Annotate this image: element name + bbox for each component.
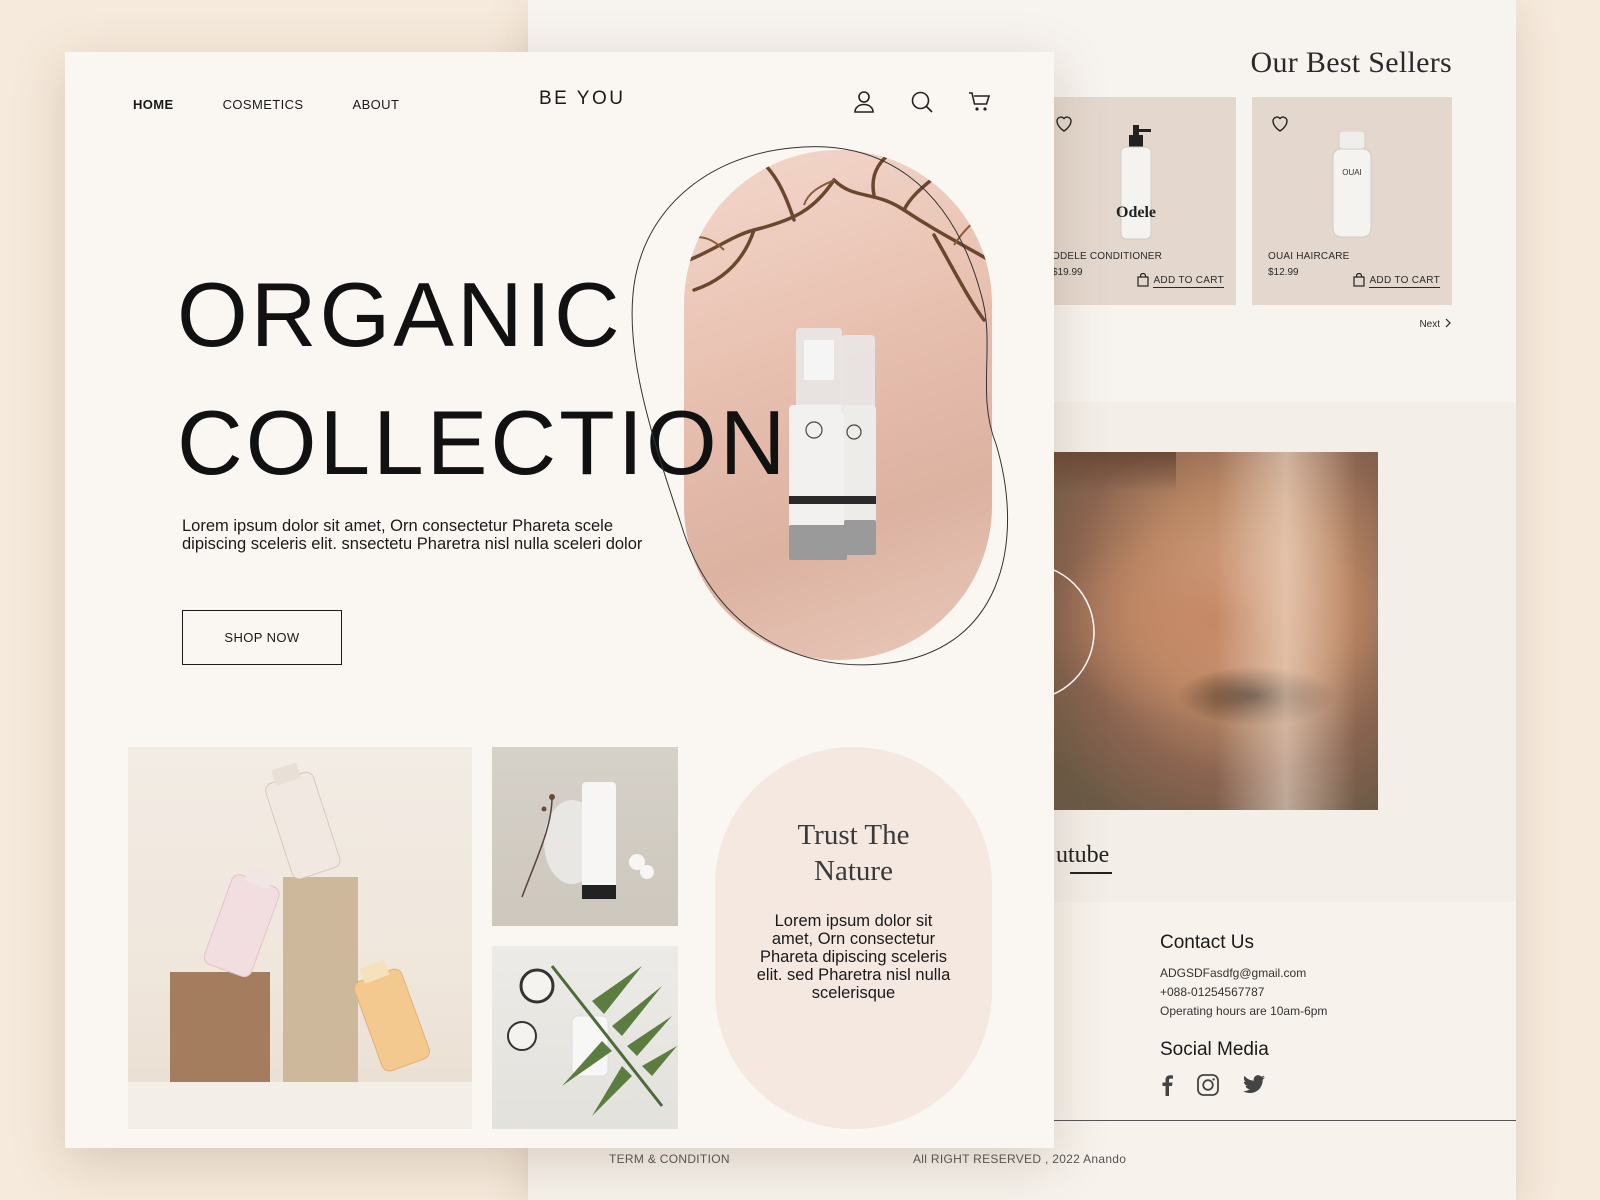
nav-item-cosmetics[interactable]: COSMETICS [223, 97, 304, 112]
hero-title: ORGANIC COLLECTION [177, 252, 789, 508]
heart-icon[interactable] [1052, 111, 1076, 135]
product-price: $12.99 [1268, 267, 1299, 278]
add-to-cart-label: ADD TO CART [1369, 275, 1440, 288]
next-button[interactable]: Next [1419, 318, 1452, 331]
terms-link[interactable]: TERM & CONDITION [609, 1152, 730, 1166]
heart-icon[interactable] [1268, 111, 1292, 135]
next-label: Next [1419, 319, 1440, 330]
best-sellers-title: Our Best Sellers [1250, 46, 1452, 79]
product-photo-stack [128, 747, 472, 1129]
product-name: ODELE CONDITIONER [1052, 251, 1163, 262]
nav-item-about[interactable]: ABOUT [353, 97, 400, 112]
product-image: Odele [1111, 125, 1161, 245]
contact-phone[interactable]: +088-01254567787 [1160, 985, 1264, 999]
shopping-bag-icon [1137, 272, 1150, 290]
product-photo-tube [492, 747, 678, 926]
search-icon[interactable] [910, 90, 934, 114]
bottle-label: OUAI [1342, 168, 1362, 177]
header-actions [852, 90, 992, 114]
trust-title-line-1: Trust The [797, 819, 910, 851]
product-photo-leaves [492, 946, 678, 1129]
add-to-cart-button[interactable]: ADD TO CART [1353, 272, 1440, 290]
contact-hours: Operating hours are 10am-6pm [1160, 1004, 1328, 1018]
add-to-cart-button[interactable]: ADD TO CART [1137, 272, 1224, 290]
hero-title-line-2: COLLECTION [177, 393, 789, 494]
user-icon[interactable] [852, 90, 876, 114]
hero-description: Lorem ipsum dolor sit amet, Orn consecte… [182, 517, 643, 553]
bottle-label: Odele [1116, 204, 1156, 221]
shopping-bag-icon [1353, 272, 1366, 290]
add-to-cart-label: ADD TO CART [1153, 275, 1224, 288]
trust-text: Lorem ipsum dolor sit amet, Orn consecte… [756, 912, 951, 1002]
nav-item-home[interactable]: HOME [133, 97, 174, 112]
product-price: $19.99 [1052, 267, 1083, 278]
copyright-text: All RIGHT RESERVED , 2022 Anando [913, 1152, 1127, 1166]
trust-title: Trust The Nature [715, 817, 992, 889]
product-name: OUAI HAIRCARE [1268, 251, 1350, 262]
youtube-label[interactable]: utube [1056, 842, 1109, 869]
brand-logo[interactable]: BE YOU [539, 88, 625, 110]
social-icons [1160, 1073, 1266, 1102]
shop-now-button[interactable]: SHOP NOW [182, 610, 342, 665]
hero-title-line-1: ORGANIC [177, 265, 623, 366]
chevron-right-icon [1444, 318, 1452, 331]
product-card[interactable]: Odele ODELE CONDITIONER $19.99 ADD TO CA… [1036, 97, 1236, 305]
product-image: OUAI [1327, 130, 1377, 244]
cart-icon[interactable] [968, 90, 992, 114]
trust-title-line-2: Nature [814, 855, 893, 887]
front-page: HOME COSMETICS ABOUT BE YOU ORGANIC COLL… [65, 52, 1054, 1148]
contact-email[interactable]: ADGSDFasdfg@gmail.com [1160, 966, 1306, 980]
social-title: Social Media [1160, 1039, 1269, 1060]
video-thumbnail[interactable] [1036, 452, 1378, 810]
trust-card: Trust The Nature Lorem ipsum dolor sit a… [715, 747, 992, 1129]
twitter-icon[interactable] [1242, 1075, 1266, 1100]
youtube-underline [1070, 872, 1112, 874]
main-nav: HOME COSMETICS ABOUT [133, 97, 399, 112]
facebook-icon[interactable] [1160, 1074, 1174, 1101]
contact-title: Contact Us [1160, 932, 1254, 953]
instagram-icon[interactable] [1196, 1073, 1220, 1102]
product-card[interactable]: OUAI OUAI HAIRCARE $12.99 ADD TO CART [1252, 97, 1452, 305]
